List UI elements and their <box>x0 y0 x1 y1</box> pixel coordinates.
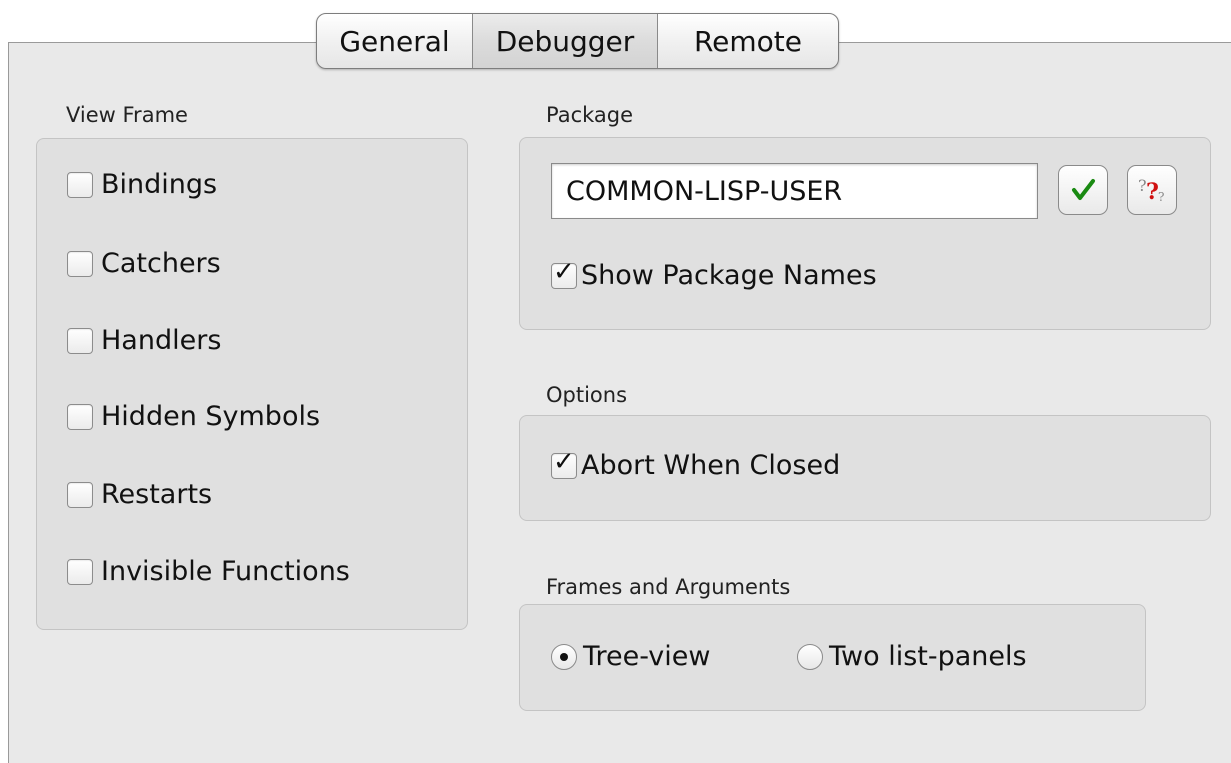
catchers-checkbox-row[interactable]: Catchers <box>67 248 221 279</box>
restarts-checkbox-row[interactable]: Restarts <box>67 479 212 510</box>
two-list-panels-label: Two list-panels <box>829 641 1027 672</box>
tree-view-label: Tree-view <box>583 641 711 672</box>
options-label: Options <box>546 383 628 407</box>
show-package-names-row[interactable]: ✓ Show Package Names <box>551 259 877 291</box>
tab-bar: General Debugger Remote <box>316 13 839 69</box>
tab-remote[interactable]: Remote <box>658 14 838 68</box>
invisible-functions-checkbox-row[interactable]: Invisible Functions <box>67 556 350 587</box>
package-help-button[interactable]: ? ? ? <box>1127 165 1177 215</box>
tab-general[interactable]: General <box>317 14 473 68</box>
radio-selected-dot <box>560 652 568 661</box>
hidden-symbols-label: Hidden Symbols <box>101 401 321 432</box>
two-list-panels-radio-row[interactable]: Two list-panels <box>797 641 1027 672</box>
checkmark-icon: ✓ <box>553 256 575 287</box>
svg-text:?: ? <box>1146 179 1159 205</box>
bindings-checkbox-row[interactable]: Bindings <box>67 169 217 200</box>
invisible-functions-label: Invisible Functions <box>101 556 350 587</box>
handlers-label: Handlers <box>101 325 222 356</box>
bindings-label: Bindings <box>101 169 218 200</box>
tree-view-radio[interactable] <box>551 643 577 670</box>
checkmark-icon: ✓ <box>553 446 575 477</box>
bindings-checkbox[interactable] <box>67 171 93 198</box>
show-package-names-label: Show Package Names <box>581 260 877 291</box>
hidden-symbols-checkbox[interactable] <box>67 403 93 430</box>
package-label: Package <box>546 103 634 127</box>
show-package-names-checkbox[interactable]: ✓ <box>551 259 577 289</box>
abort-when-closed-checkbox[interactable]: ✓ <box>551 449 577 479</box>
two-list-panels-radio[interactable] <box>797 643 823 670</box>
abort-when-closed-row[interactable]: ✓ Abort When Closed <box>551 449 841 481</box>
green-checkmark-icon <box>1072 179 1095 200</box>
question-mark-icon: ? ? ? <box>1138 176 1164 205</box>
tab-debugger[interactable]: Debugger <box>473 14 658 68</box>
restarts-label: Restarts <box>101 479 213 510</box>
tree-view-radio-row[interactable]: Tree-view <box>551 641 710 672</box>
catchers-label: Catchers <box>101 248 221 279</box>
svg-text:?: ? <box>1158 190 1164 204</box>
handlers-checkbox-row[interactable]: Handlers <box>67 325 221 356</box>
catchers-checkbox[interactable] <box>67 250 93 277</box>
view-frame-label: View Frame <box>66 103 188 127</box>
apply-package-button[interactable] <box>1058 165 1108 215</box>
frames-and-arguments-label: Frames and Arguments <box>546 575 791 599</box>
invisible-functions-checkbox[interactable] <box>67 558 93 585</box>
abort-when-closed-label: Abort When Closed <box>581 450 841 481</box>
restarts-checkbox[interactable] <box>67 481 93 508</box>
package-input[interactable] <box>551 163 1038 219</box>
hidden-symbols-checkbox-row[interactable]: Hidden Symbols <box>67 401 320 432</box>
handlers-checkbox[interactable] <box>67 327 93 354</box>
